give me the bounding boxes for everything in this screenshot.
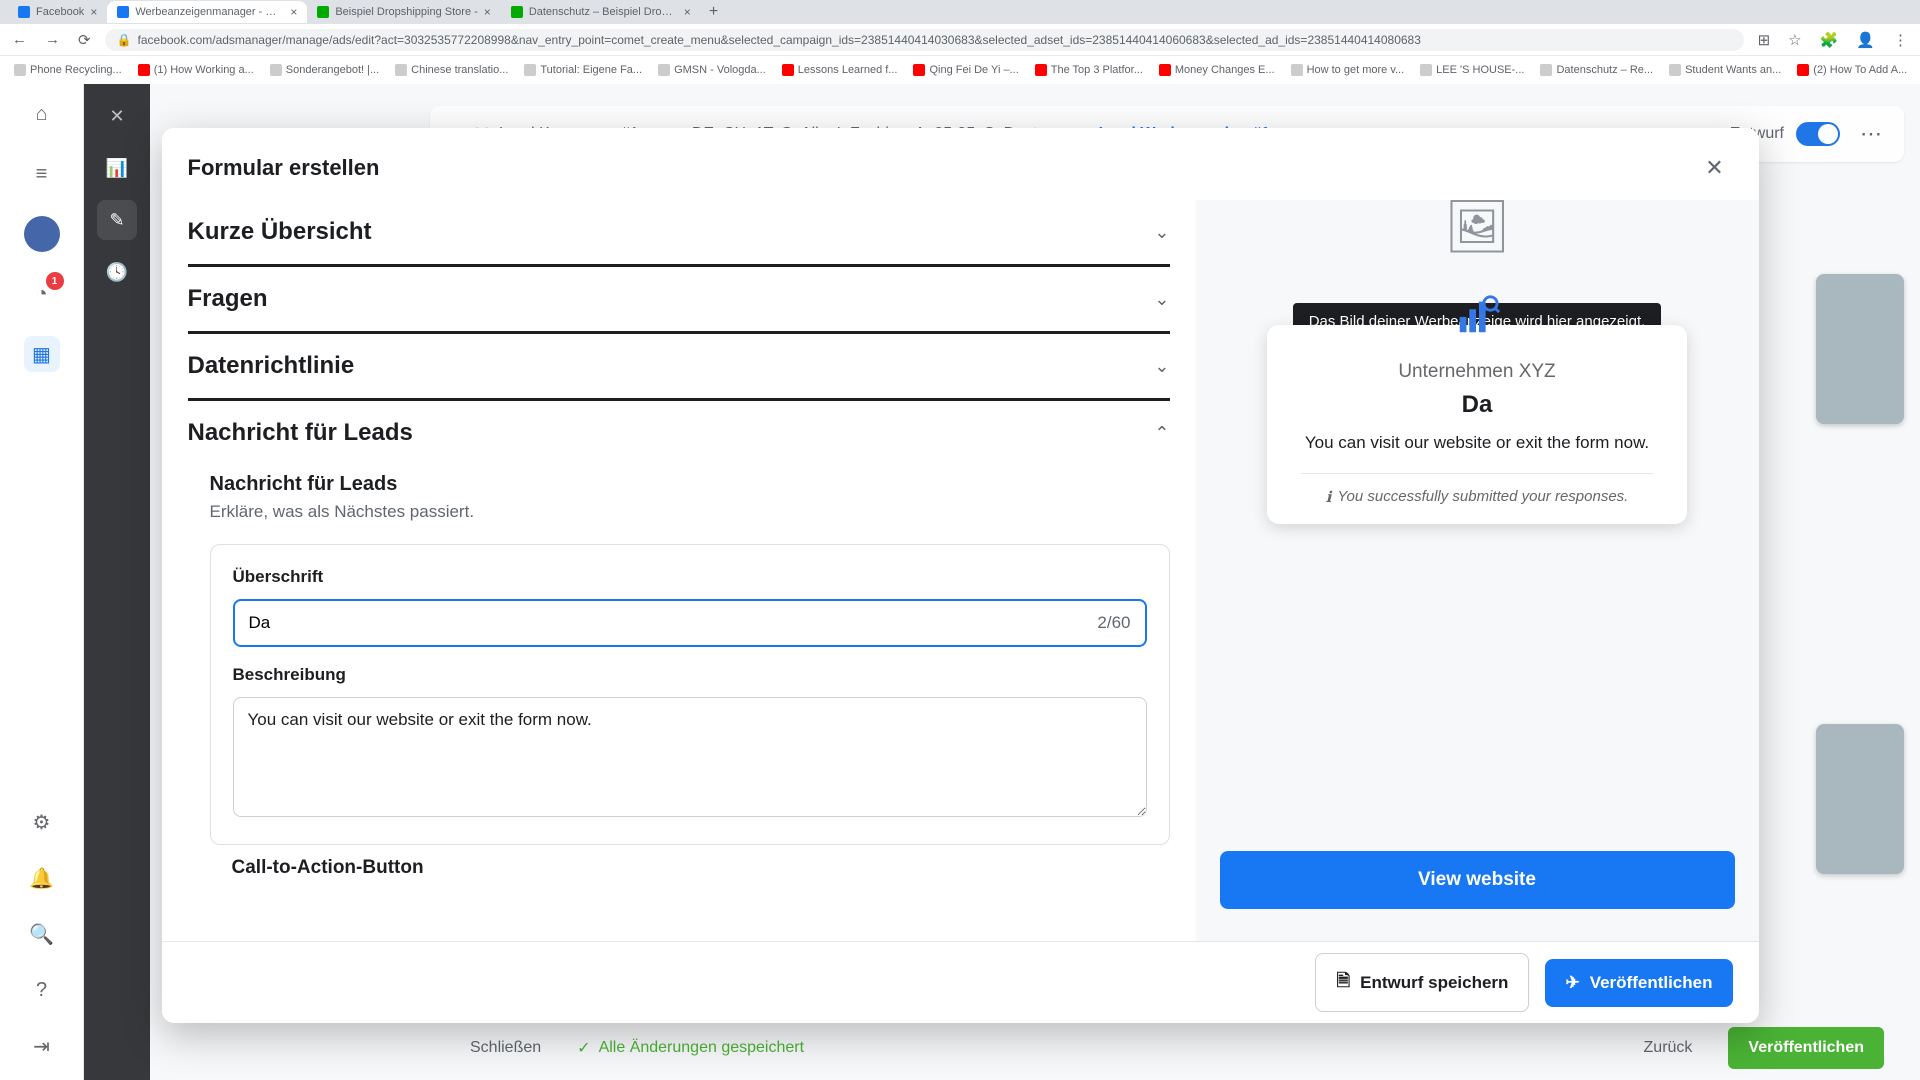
subsection-title: Nachricht für Leads — [210, 473, 1170, 496]
info-icon: ℹ — [1326, 488, 1332, 506]
menu-icon[interactable]: ⋮ — [1889, 31, 1912, 49]
tab-close-icon[interactable]: × — [290, 5, 297, 19]
tab-close-icon[interactable]: × — [484, 5, 491, 19]
accordion-questions[interactable]: Fragen ⌄ — [188, 267, 1170, 334]
description-textarea[interactable] — [233, 697, 1147, 817]
save-draft-button[interactable]: 🗎 Entwurf speichern — [1315, 953, 1529, 1012]
bookmark-item[interactable]: GMSN - Vologda... — [652, 62, 772, 78]
bookmark-item[interactable]: Money Changes E... — [1153, 62, 1281, 78]
browser-tab-active[interactable]: Werbeanzeigenmanager - We...× — [107, 1, 307, 23]
section-title: Nachricht für Leads — [188, 419, 413, 447]
bookmark-item[interactable]: Lessons Learned f... — [776, 62, 904, 78]
chevron-down-icon: ⌄ — [1154, 289, 1169, 310]
tab-close-icon[interactable]: × — [90, 5, 97, 19]
preview-headline: Da — [1291, 391, 1663, 419]
bookmark-item[interactable]: The Top 3 Platfor... — [1029, 62, 1149, 78]
bookmark-item[interactable]: How to get more v... — [1285, 62, 1411, 78]
bookmark-item[interactable]: Chinese translatio... — [389, 62, 514, 78]
preview-description: You can visit our website or exit the fo… — [1291, 431, 1663, 455]
image-placeholder-icon: 🖼 — [1444, 200, 1510, 257]
section-title: Fragen — [188, 285, 268, 313]
bookmark-item[interactable]: (1) How Working a... — [132, 62, 260, 78]
bookmark-item[interactable]: Datenschutz – Re... — [1534, 62, 1659, 78]
bookmark-item[interactable]: (2) How To Add A... — [1791, 62, 1913, 78]
preview-cta-button[interactable]: View website — [1220, 851, 1735, 909]
modal-backdrop: Formular erstellen ✕ Kurze Übersicht ⌄ F… — [0, 84, 1920, 1080]
modal-title: Formular erstellen — [188, 155, 380, 181]
reload-icon[interactable]: ⟳ — [74, 31, 95, 49]
headline-label: Überschrift — [233, 567, 1147, 587]
new-tab-button[interactable]: + — [701, 3, 726, 21]
forward-icon[interactable]: → — [41, 31, 64, 48]
tab-strip: Facebook× Werbeanzeigenmanager - We...× … — [0, 0, 1920, 24]
completion-subsection: Nachricht für Leads Erkläre, was als Näc… — [188, 465, 1170, 879]
browser-tab[interactable]: Beispiel Dropshipping Store -× — [307, 1, 500, 23]
form-column: Kurze Übersicht ⌄ Fragen ⌄ Datenrichtlin… — [162, 200, 1196, 941]
field-card: Überschrift 2/60 Beschreibung — [210, 544, 1170, 845]
browser-tab[interactable]: Datenschutz – Beispiel Drops...× — [501, 1, 701, 23]
divider — [1301, 473, 1653, 474]
preview-card: Unternehmen XYZ Da You can visit our web… — [1267, 325, 1687, 524]
chevron-down-icon: ⌄ — [1154, 356, 1169, 377]
preview-confirmation: ℹYou successfully submitted your respons… — [1291, 488, 1663, 506]
puzzle-icon[interactable]: 🧩 — [1816, 31, 1843, 49]
browser-chrome: Facebook× Werbeanzeigenmanager - We...× … — [0, 0, 1920, 84]
chart-stats-icon — [1454, 292, 1500, 338]
profile-icon[interactable]: 👤 — [1852, 31, 1879, 49]
tab-close-icon[interactable]: × — [684, 5, 691, 19]
description-label: Beschreibung — [233, 665, 1147, 685]
char-counter: 2/60 — [1097, 613, 1130, 633]
section-title: Datenrichtlinie — [188, 352, 355, 380]
preview-column: 🖼 Das Bild deiner Werbeanzeige wird hier… — [1196, 200, 1759, 941]
bookmark-item[interactable]: Student Wants an... — [1663, 62, 1787, 78]
headline-input-wrapper: 2/60 — [233, 599, 1147, 647]
document-icon: 🗎 — [1336, 968, 1350, 997]
accordion-overview[interactable]: Kurze Übersicht ⌄ — [188, 200, 1170, 267]
cta-section-label: Call-to-Action-Button — [210, 857, 1170, 879]
chevron-up-icon: ⌃ — [1154, 423, 1169, 444]
bookmark-item[interactable]: Phone Recycling... — [8, 62, 128, 78]
chevron-down-icon: ⌄ — [1154, 222, 1169, 243]
preview-company-name: Unternehmen XYZ — [1291, 361, 1663, 383]
subsection-description: Erkläre, was als Nächstes passiert. — [210, 502, 1170, 522]
extensions-icon[interactable]: ⊞ — [1754, 31, 1775, 49]
bookmark-item[interactable]: Tutorial: Eigene Fa... — [518, 62, 648, 78]
send-icon: ✈ — [1565, 973, 1579, 993]
publish-button[interactable]: ✈ Veröffentlichen — [1545, 959, 1732, 1007]
modal-body: Kurze Übersicht ⌄ Fragen ⌄ Datenrichtlin… — [162, 200, 1759, 941]
back-icon[interactable]: ← — [8, 31, 31, 48]
accordion-privacy[interactable]: Datenrichtlinie ⌄ — [188, 334, 1170, 401]
url-bar[interactable]: 🔒facebook.com/adsmanager/manage/ads/edit… — [105, 29, 1744, 51]
bookmark-item[interactable]: Sonderangebot! |... — [264, 62, 385, 78]
bookmark-item[interactable]: LEE 'S HOUSE-... — [1414, 62, 1530, 78]
modal-header: Formular erstellen ✕ — [162, 128, 1759, 200]
headline-input[interactable] — [249, 613, 1098, 633]
create-form-modal: Formular erstellen ✕ Kurze Übersicht ⌄ F… — [162, 128, 1759, 1023]
modal-footer: 🗎 Entwurf speichern ✈ Veröffentlichen — [162, 941, 1759, 1023]
bookmark-item[interactable]: Qing Fei De Yi –... — [907, 62, 1024, 78]
accordion-completion[interactable]: Nachricht für Leads ⌃ — [188, 401, 1170, 465]
browser-tab[interactable]: Facebook× — [8, 1, 107, 23]
section-title: Kurze Übersicht — [188, 218, 372, 246]
star-icon[interactable]: ☆ — [1784, 31, 1805, 49]
close-icon[interactable]: ✕ — [1697, 150, 1733, 186]
bookmarks-bar: Phone Recycling... (1) How Working a... … — [0, 56, 1920, 84]
lock-icon: 🔒 — [117, 33, 132, 47]
browser-nav-bar: ← → ⟳ 🔒facebook.com/adsmanager/manage/ad… — [0, 24, 1920, 56]
